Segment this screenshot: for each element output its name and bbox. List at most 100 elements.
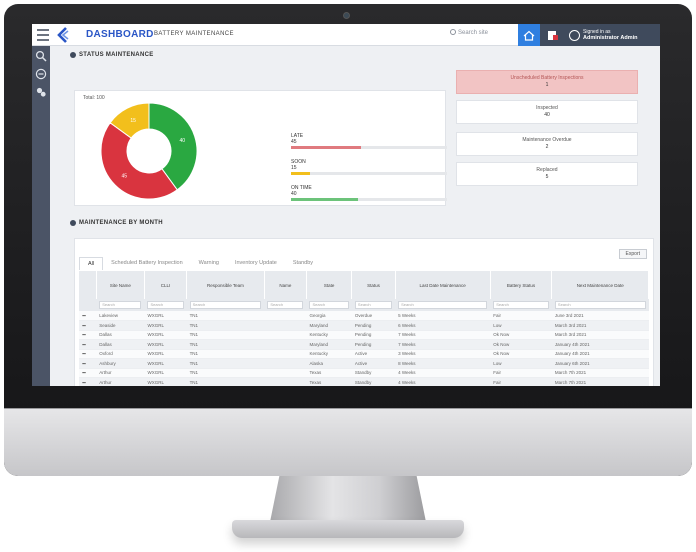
search-icon [450,29,456,35]
tab-inventory-update[interactable]: Inventory Update [227,257,285,270]
column-header[interactable]: Site Name [96,271,145,299]
table-cell: 3 Weeks [395,349,491,359]
column-filter-input[interactable]: Search [267,301,304,309]
stat-value: 40 [544,112,550,118]
user-name: Administrator Admin [583,35,638,41]
column-header[interactable]: Name [264,271,307,299]
table-cell: Ashbury [96,358,145,369]
column-header[interactable]: Status [351,271,396,299]
column-header[interactable]: Responsible Team [186,271,265,299]
column-filter-input[interactable]: Search [309,301,349,309]
breadcrumb: BATTERY MAINTENANCE [154,31,234,37]
column-filter-input[interactable]: Search [189,301,262,309]
tab-warning[interactable]: Warning [191,257,227,270]
hamburger-menu-icon[interactable] [37,29,49,41]
table-row[interactable]: ▪▪▪ Dallas WXGRL TN1 Kentucky Pending 7 Weeks O… [79,330,649,340]
column-filter-input[interactable]: Search [354,301,393,309]
row-actions-icon[interactable]: ▪▪▪ [79,358,97,369]
search-box[interactable]: Search site [450,29,488,36]
table-cell: Georgia [306,311,352,321]
table-row[interactable]: ▪▪▪ Seaside WXGRL TN1 Maryland Pending 6 Weeks… [79,320,649,331]
table-cell [264,358,307,369]
table-header-row: Site Name CLLI Responsible Team Name State St… [79,271,649,299]
progress-fill [291,172,310,175]
table-cell: Standby [351,368,396,378]
table-cell: Fair [490,311,552,321]
table-row[interactable]: ▪▪▪ Lakeview WXGRL TN1 Georgia Overdue 5 Weeks… [79,311,649,321]
stat-label: Unscheduled Battery Inspections [510,75,584,81]
stat-card[interactable]: Replaced 5 [456,162,638,186]
table-cell: Ok Now [490,339,552,350]
table-row[interactable]: ▪▪▪ Dallas WXGRL TN1 Maryland Pending 7 Weeks O… [79,339,649,350]
tab-standby[interactable]: Standby [285,257,321,270]
stat-card[interactable]: Unscheduled Battery Inspections 1 [456,70,638,94]
column-header[interactable]: Battery Status [490,271,553,299]
table-row[interactable]: ▪▪▪ Ashbury WXGRL TN1 Alaska Active 8 Weeks Low… [79,358,649,369]
app-title: DASHBOARD [86,29,154,40]
home-button[interactable] [518,24,540,46]
row-actions-icon[interactable]: ▪▪▪ [79,320,97,331]
stat-value: 2 [545,144,549,150]
export-button[interactable]: Export [618,249,647,259]
row-actions-icon[interactable]: ▪▪▪ [79,311,97,321]
progress-track [291,198,447,201]
row-actions-icon[interactable]: ▪▪▪ [79,330,97,340]
stat-value: 1 [545,82,549,88]
table-cell: 6 Weeks [395,320,491,331]
monitor-stand [270,476,426,522]
bar-value: 15 [291,165,297,171]
table-cell: Kentucky [306,349,352,359]
table-row[interactable]: ▪▪▪ Arthur WXGRL TN1 Texas Standby 4 Weeks Fair… [79,368,649,378]
column-filter-input[interactable]: Search [398,301,488,309]
notifications-button[interactable] [542,24,564,46]
row-actions-icon[interactable]: ▪▪▪ [79,377,97,386]
column-filter-input[interactable]: Search [147,301,184,309]
table-row[interactable]: ▪▪▪ Arthur WXGRL TN1 Texas Standby 4 Weeks Fair… [79,377,649,386]
user-menu[interactable]: Signed in as Administrator Admin [566,24,660,46]
column-header[interactable]: Next Maintenance Date [551,271,649,299]
table-cell: Kentucky [306,330,352,340]
row-actions-icon[interactable]: ▪▪▪ [79,339,97,350]
column-filter-input[interactable]: Search [493,301,549,309]
column-filter-input[interactable]: Search [99,301,142,309]
donut-slice-label: 45 [121,174,127,180]
stat-label: Maintenance Overdue [522,137,572,143]
table-cell: March 3rd 2021 [551,330,649,340]
sidebar-settings-icon[interactable] [35,86,47,98]
table-cell: 8 Weeks [395,358,491,369]
stat-card[interactable]: Inspected 40 [456,100,638,124]
table-cell: January 4th 2021 [551,339,649,350]
column-header[interactable]: Last Date Maintenance [395,271,491,299]
header-actions: Signed in as Administrator Admin [518,24,660,46]
stat-card[interactable]: Maintenance Overdue 2 [456,132,638,156]
bar-value: 40 [291,191,297,197]
sidebar-search-icon[interactable] [35,50,47,62]
table-row[interactable]: ▪▪▪ Oxford WXGRL TN1 Kentucky Active 3 Weeks Ok… [79,349,649,359]
table-cell: Lakeview [96,311,145,321]
table-tabs: All Scheduled Battery Inspection Warning In… [79,257,321,270]
column-filter-input[interactable]: Search [554,301,646,309]
stat-label: Inspected [536,105,558,111]
table-body: ▪▪▪ Lakeview WXGRL TN1 Georgia Overdue 5 Weeks… [79,311,649,386]
table-cell: June 3rd 2021 [551,311,649,321]
search-placeholder: Search site [458,30,489,36]
tab-scheduled-battery-inspection[interactable]: Scheduled Battery Inspection [103,257,191,270]
sidebar [32,46,50,386]
table-cell: 4 Weeks [395,377,491,386]
tab-all[interactable]: All [79,257,104,270]
row-actions-icon[interactable]: ▪▪▪ [79,368,97,378]
table-cell: Arthur [96,368,145,378]
table-cell: TN1 [186,349,265,359]
column-header[interactable]: CLLI [144,271,188,299]
table-cell: TN1 [186,358,265,369]
table-cell: Overdue [351,311,396,321]
row-actions-icon[interactable]: ▪▪▪ [79,349,97,359]
sidebar-minus-circle-icon[interactable] [35,68,47,80]
table-cell [264,377,307,386]
table-cell: TN1 [186,339,265,350]
column-header[interactable]: State [306,271,353,299]
table-cell: 7 Weeks [395,330,491,340]
maintenance-table-card: Export All Scheduled Battery Inspection Wa… [74,238,654,386]
table-cell: TN1 [186,330,265,340]
progress-track [291,146,447,149]
